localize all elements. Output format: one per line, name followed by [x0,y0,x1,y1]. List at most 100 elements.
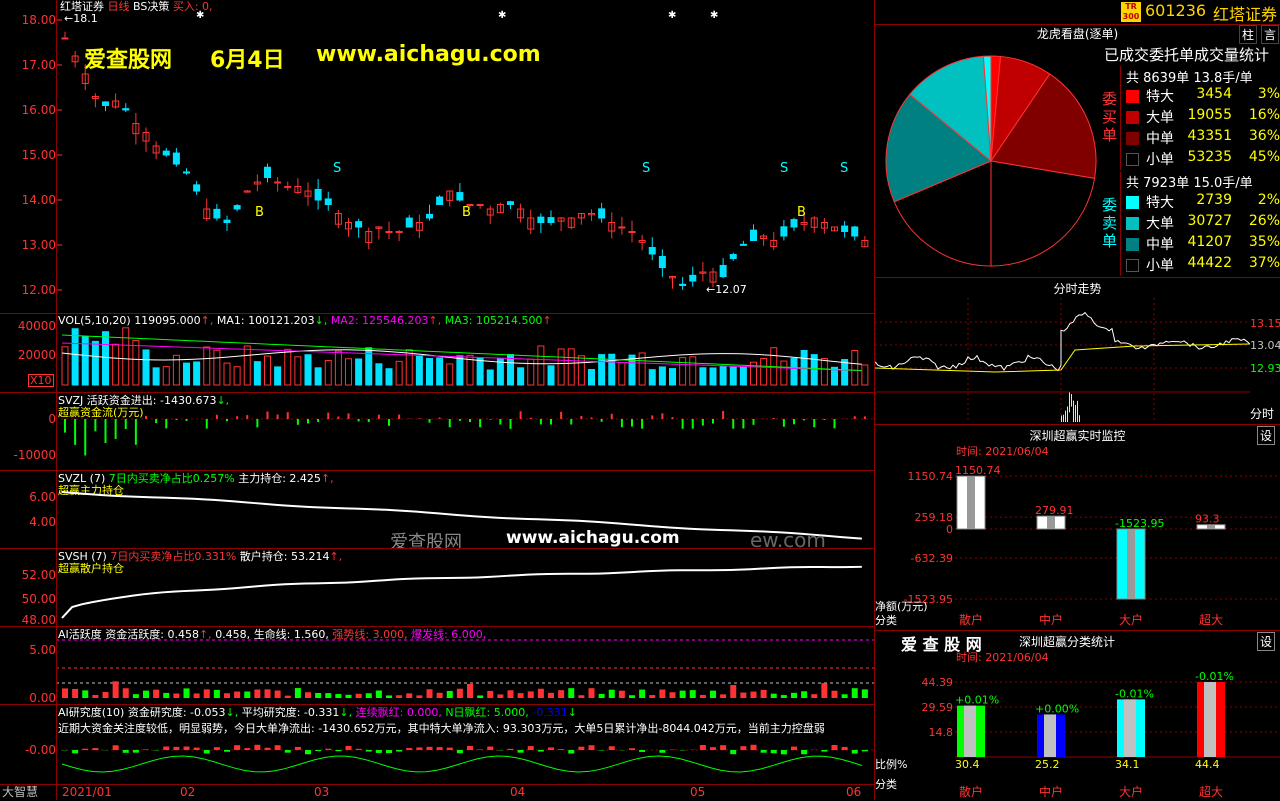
classify-category: 大户 [1119,784,1143,799]
candle [234,206,240,209]
candle [690,275,696,281]
volume-bar [548,366,554,385]
activity-bar [427,689,433,698]
flow-bar [206,419,208,429]
tab-text[interactable]: 言 [1261,25,1279,44]
svsh-tick: 48.00 [0,613,56,627]
flow-bar [530,418,532,419]
order-name: 中单 [1146,234,1174,254]
realtime-title: 深圳超赢实时监控 [875,427,1280,444]
flow-bar [74,419,76,445]
classify-change-label: +0.01% [955,694,999,707]
volume-bar [305,355,311,385]
order-value: 43351 [1178,128,1232,144]
research-chart[interactable] [0,704,874,784]
corner-label: 大智慧 [2,786,38,799]
flow-bar [510,419,512,429]
activity-bar [406,693,412,698]
flow-bar [520,411,522,419]
flow-bar [732,419,734,429]
retail-holding-chart[interactable] [0,548,874,626]
candle [184,172,190,173]
activity-bar [801,691,807,698]
research-bar [629,748,635,750]
classify-value-label: 25.2 [1035,758,1060,771]
activity-bar [649,695,655,698]
flow-bar [479,419,481,427]
sell-side-label: 委卖单 [1102,196,1118,250]
research-bar [194,748,200,750]
activity-bar [92,695,98,698]
research-bar [771,750,777,753]
legend-swatch [1126,90,1139,103]
candle [406,218,412,227]
x-tick: 03 [314,786,329,799]
candlestick-chart[interactable]: BSBSSBS [0,0,874,313]
legend-swatch [1126,217,1139,230]
candle [599,209,605,218]
tab-column[interactable]: 柱 [1239,25,1257,44]
classify-category: 超大 [1199,784,1223,799]
classify-bar-shade [1204,682,1216,757]
settings-button[interactable]: 设 [1257,426,1275,445]
activity-bar [346,695,352,698]
research-bar [508,749,514,750]
classify-x-label: 分类 [875,777,897,791]
volume-chart[interactable] [0,313,874,392]
realtime-y-tick: 0 [946,523,953,536]
classify-bar-chart[interactable]: 44.3929.5914.8+0.01%30.4+0.00%25.2-0.01%… [875,662,1280,800]
volume-bar [214,350,220,385]
flow-bar [672,417,674,419]
flow-bar [651,415,653,419]
volume-bar [153,368,159,385]
intraday-chart[interactable] [875,298,1250,422]
x-tick: 04 [510,786,525,799]
realtime-x-label: 分类 [875,613,897,627]
flow-bar [256,419,258,427]
volume-bar [852,350,858,385]
volume-bar [781,361,787,385]
volume-bar [568,349,574,385]
research-bar [224,750,230,752]
research-bar [730,750,736,754]
research-bar [457,750,463,753]
settings-button[interactable]: 设 [1257,632,1275,651]
order-pct: 3% [1240,86,1280,102]
classify-change-label: -0.01% [1115,687,1154,700]
classify-value-label: 44.4 [1195,758,1220,771]
research-bar [184,747,190,750]
classify-title: 深圳超赢分类统计 [1019,633,1115,650]
activity-bar [356,694,362,698]
candle [508,202,514,205]
sell-signal-marker: S [840,161,848,176]
research-bar [720,745,726,750]
research-bar [416,747,422,750]
research-bar [427,747,433,750]
activity-bar [467,684,473,698]
activity-chart[interactable] [0,626,874,704]
flow-bar [641,419,643,429]
activity-bar [791,693,797,698]
flow-bar [186,419,188,421]
flow-bar [499,419,501,425]
research-bar [589,745,595,750]
intraday-vol-bar [1075,405,1076,422]
candle [356,222,362,227]
classify-category: 中户 [1039,784,1063,799]
candle [659,256,665,267]
flow-bar [621,419,623,427]
pie-chart[interactable] [876,46,1106,276]
dragon-subtitle: 已成交委托单成交量统计 [1104,44,1269,65]
intraday-vol-bar [1065,411,1066,422]
classify-bar-shade [964,706,976,757]
activity-bar [335,694,341,698]
candle [791,220,797,227]
activity-bar [518,693,524,698]
fund-flow-chart[interactable] [0,392,874,470]
activity-bar [619,691,625,698]
classify-change-label: -0.01% [1195,670,1234,683]
volume-bar [194,362,200,385]
flow-bar [864,416,866,419]
realtime-bar-chart[interactable]: 1150.74259.180-632.39-1523.951150.74279.… [875,456,1280,628]
stock-name: 红塔证券 [1213,1,1277,25]
